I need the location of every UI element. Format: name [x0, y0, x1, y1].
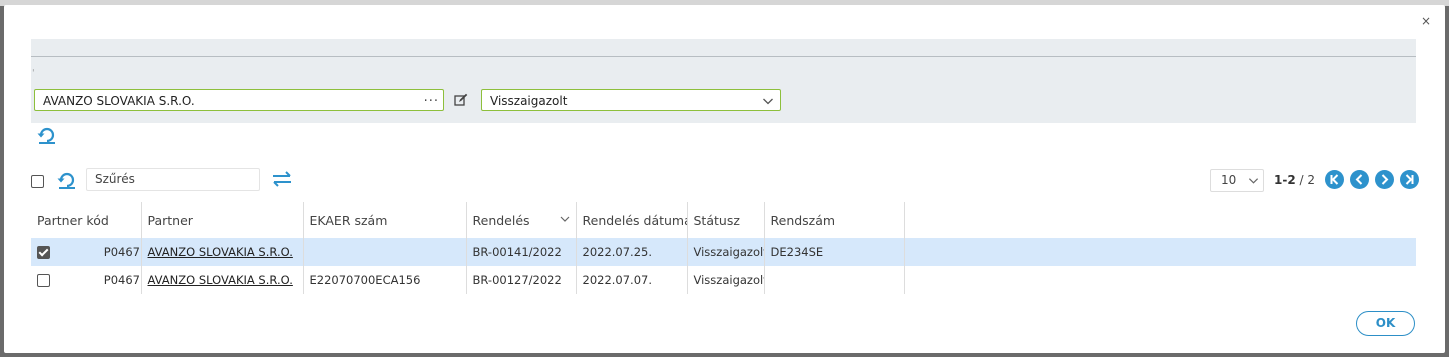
page-range: 1-2	[1274, 173, 1296, 187]
partner-link[interactable]: AVANZO SLOVAKIA S.R.O.	[148, 245, 293, 259]
plate-number: DE234SE	[764, 238, 905, 266]
order-date: 2022.07.25.	[576, 238, 688, 266]
page-size-select[interactable]: 10	[1210, 169, 1264, 192]
edit-icon[interactable]	[454, 93, 468, 107]
partner-filter-field[interactable]: AVANZO SLOVAKIA S.R.O. ...	[34, 89, 444, 111]
status-select[interactable]: Visszaigazolt	[481, 89, 781, 111]
column-header-partner[interactable]: Partner	[141, 202, 304, 238]
select-all-checkbox[interactable]	[31, 175, 44, 188]
panel-tick-mark: ˈ	[32, 69, 35, 79]
column-header-plate[interactable]: Rendszám	[764, 202, 905, 238]
column-header-partner-code[interactable]: Partner kód	[31, 202, 142, 238]
search-input[interactable]: Szűrés	[86, 168, 260, 191]
order-status: Visszaigazolt	[687, 238, 765, 266]
partner-filter-value: AVANZO SLOVAKIA S.R.O.	[43, 94, 195, 108]
ok-button[interactable]: OK	[1356, 311, 1415, 336]
column-header-order-label: Rendelés	[472, 212, 530, 228]
chevron-down-icon	[763, 98, 773, 105]
partner-code: P0467	[103, 273, 140, 288]
row-checkbox[interactable]	[37, 245, 50, 259]
table-header-row: Partner kód Partner EKAER szám Rendelés …	[31, 202, 1416, 238]
order-date: 2022.07.07.	[576, 266, 688, 294]
column-header-ekaer[interactable]: EKAER szám	[303, 202, 467, 238]
ekaer-number: E22070700ECA156	[303, 266, 467, 294]
plate-number	[764, 266, 905, 294]
filter-divider	[31, 56, 1416, 57]
row-cell-partner: AVANZO SLOVAKIA S.R.O.	[141, 266, 304, 294]
last-page-icon[interactable]	[1400, 170, 1419, 189]
row-cell-code: P0467	[31, 238, 142, 266]
row-cell-code: P0467	[31, 266, 142, 294]
order-number: BR-00141/2022	[466, 238, 577, 266]
column-header-order[interactable]: Rendelés	[466, 202, 577, 238]
refresh-list-icon[interactable]	[57, 170, 77, 190]
ekaer-number	[303, 238, 467, 266]
row-checkbox[interactable]	[37, 273, 50, 287]
sort-desc-icon	[560, 216, 569, 222]
partner-code: P0467	[103, 245, 140, 260]
previous-page-icon[interactable]	[1350, 170, 1369, 189]
reset-filters-icon[interactable]	[37, 125, 57, 145]
pagination-info: 1-2 / 2	[1274, 173, 1315, 187]
column-header-status[interactable]: Státusz	[687, 202, 765, 238]
status-select-value: Visszaigazolt	[490, 94, 568, 108]
table-row[interactable]: P0467 AVANZO SLOVAKIA S.R.O. E22070700EC…	[31, 266, 1416, 294]
order-status: Visszaigazolt	[687, 266, 765, 294]
close-icon[interactable]: ×	[1421, 15, 1431, 27]
swap-columns-icon[interactable]	[271, 171, 293, 187]
next-page-icon[interactable]	[1375, 170, 1394, 189]
order-number: BR-00127/2022	[466, 266, 577, 294]
column-header-order-date[interactable]: Rendelés dátuma	[576, 202, 688, 238]
chevron-down-icon	[1248, 178, 1259, 184]
first-page-icon[interactable]	[1325, 170, 1344, 189]
partner-link[interactable]: AVANZO SLOVAKIA S.R.O.	[148, 273, 293, 287]
row-filler	[904, 238, 1416, 266]
row-filler	[904, 266, 1416, 294]
selection-dialog: × ˈ AVANZO SLOVAKIA S.R.O. ... Visszaiga…	[4, 5, 1445, 353]
row-cell-partner: AVANZO SLOVAKIA S.R.O.	[141, 238, 304, 266]
page-total: / 2	[1299, 173, 1316, 187]
filter-panel: ˈ AVANZO SLOVAKIA S.R.O. ... Visszaigazo…	[31, 39, 1416, 123]
results-table: Partner kód Partner EKAER szám Rendelés …	[31, 202, 1416, 294]
column-header-filler	[904, 202, 1416, 238]
page-size-value: 10	[1221, 173, 1237, 187]
table-row[interactable]: P0467 AVANZO SLOVAKIA S.R.O. BR-00141/20…	[31, 238, 1416, 266]
partner-lookup-button[interactable]: ...	[424, 87, 439, 109]
